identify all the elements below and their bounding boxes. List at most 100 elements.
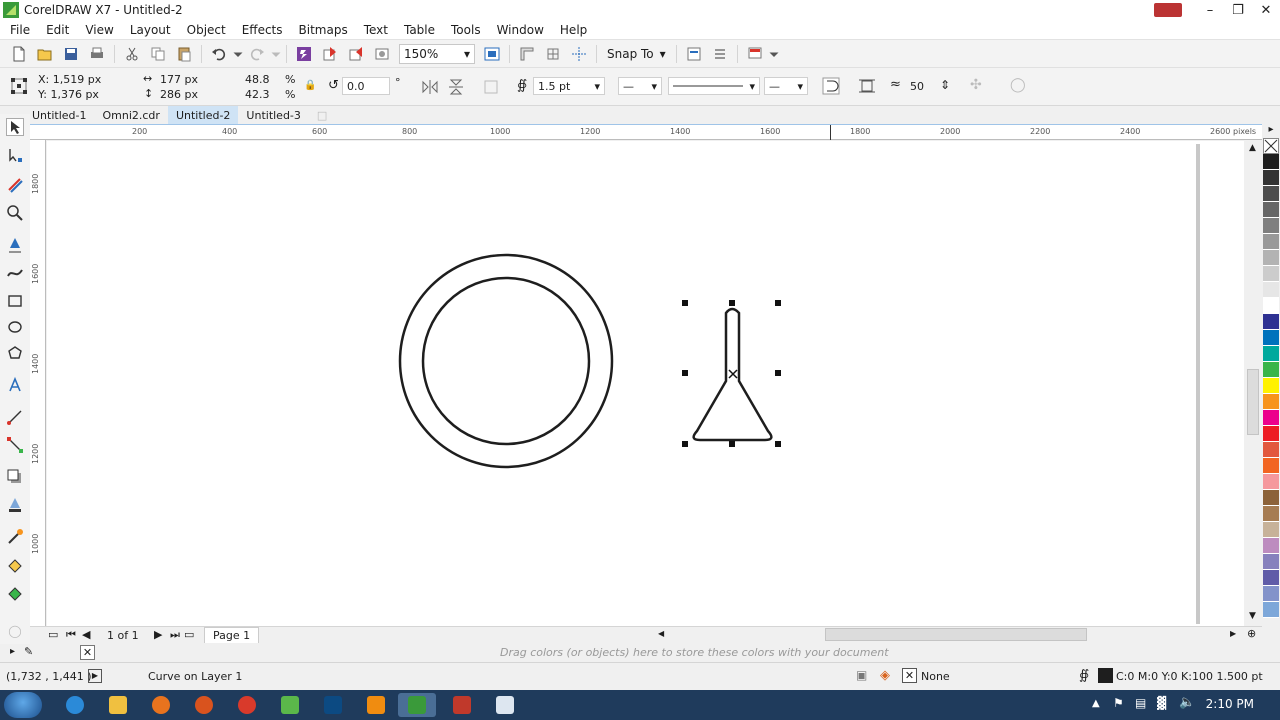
connector-tool-icon[interactable] — [6, 436, 24, 454]
pick-tool-icon[interactable] — [6, 118, 24, 136]
horizontal-scroll-thumb[interactable] — [825, 628, 1087, 641]
smoothing-slider-icon[interactable]: ⇕ — [940, 78, 950, 92]
color-swatch[interactable] — [1263, 170, 1279, 186]
outline-width-select[interactable]: 1.5 pt ▾ — [533, 77, 605, 95]
mirror-vertical-icon[interactable] — [447, 78, 465, 96]
taskbar-photoshop[interactable] — [314, 693, 352, 717]
vertical-scrollbar[interactable]: ▲ ▼ — [1245, 141, 1262, 626]
color-swatch[interactable] — [1263, 202, 1279, 218]
taskbar-chrome[interactable] — [228, 693, 266, 717]
tab-untitled-3[interactable]: Untitled-3 — [238, 106, 308, 124]
color-swatch[interactable] — [1263, 346, 1279, 362]
color-swatch[interactable] — [1263, 394, 1279, 410]
taskbar-firefox[interactable] — [142, 693, 180, 717]
color-swatch[interactable] — [1263, 250, 1279, 266]
add-page-after-icon[interactable]: ▭ — [184, 628, 194, 641]
menu-view[interactable]: View — [77, 23, 121, 37]
tab-untitled-2[interactable]: Untitled-2 — [167, 106, 239, 124]
taskbar-app-10[interactable] — [443, 693, 481, 717]
snap-to-dropdown[interactable]: Snap To ▾ — [601, 47, 672, 61]
volume-icon[interactable]: 🔈 — [1179, 695, 1195, 710]
drop-shadow-tool-icon[interactable] — [6, 468, 24, 486]
taskbar-file-explorer[interactable] — [99, 693, 137, 717]
copy-icon[interactable] — [145, 42, 171, 66]
color-swatch[interactable] — [1263, 506, 1279, 522]
vertical-ruler[interactable]: 1800 1600 1400 1200 1000 — [30, 140, 46, 626]
redo-icon[interactable] — [244, 42, 270, 66]
full-screen-preview-icon[interactable] — [479, 42, 505, 66]
paste-icon[interactable] — [171, 42, 197, 66]
print-icon[interactable] — [84, 42, 110, 66]
color-swatch[interactable] — [1263, 314, 1279, 330]
previous-page-icon[interactable]: ◀ — [82, 628, 90, 641]
color-swatch[interactable] — [1263, 362, 1279, 378]
show-guidelines-icon[interactable] — [566, 42, 592, 66]
show-rulers-icon[interactable] — [514, 42, 540, 66]
user-icon[interactable] — [1154, 3, 1182, 17]
color-swatch[interactable] — [1263, 218, 1279, 234]
drawing-canvas[interactable] — [47, 141, 1244, 626]
menu-effects[interactable]: Effects — [234, 23, 291, 37]
tray-flag-icon[interactable]: ⚑ — [1113, 696, 1124, 710]
save-icon[interactable] — [58, 42, 84, 66]
color-swatch[interactable] — [1263, 186, 1279, 202]
color-swatch[interactable] — [1263, 266, 1279, 282]
menu-file[interactable]: File — [0, 23, 38, 37]
text-tool-icon[interactable] — [6, 376, 24, 394]
options-icon[interactable] — [681, 42, 707, 66]
color-swatch[interactable] — [1263, 554, 1279, 570]
menu-tools[interactable]: Tools — [443, 23, 489, 37]
last-page-icon[interactable]: ⏭ — [170, 628, 180, 642]
crop-tool-icon[interactable] — [6, 176, 24, 194]
palette-scroll-up-icon[interactable]: ▸ — [1262, 124, 1280, 138]
undo-dropdown-icon[interactable] — [232, 42, 244, 66]
menu-layout[interactable]: Layout — [122, 23, 179, 37]
object-origin-icon[interactable] — [10, 77, 28, 95]
horizontal-ruler[interactable]: 200 400 600 800 1000 1200 1400 1600 1800… — [30, 124, 1262, 140]
color-swatch[interactable] — [1263, 490, 1279, 506]
color-swatch[interactable] — [1263, 570, 1279, 586]
color-swatch[interactable] — [1263, 154, 1279, 170]
polygon-tool-icon[interactable] — [6, 344, 24, 362]
publish-pdf-icon[interactable] — [369, 42, 395, 66]
scroll-right-icon[interactable]: ▶ — [1230, 629, 1236, 638]
taskbar-coreldraw[interactable] — [398, 693, 436, 717]
taskbar-clock[interactable]: 2:10 PM — [1206, 697, 1254, 711]
color-swatch[interactable] — [1263, 602, 1279, 618]
new-icon[interactable] — [6, 42, 32, 66]
tab-omni2[interactable]: Omni2.cdr — [94, 106, 167, 124]
color-swatch[interactable] — [1263, 522, 1279, 538]
application-launcher-icon[interactable] — [707, 42, 733, 66]
artistic-media-tool-icon[interactable] — [6, 264, 24, 282]
color-swatch[interactable] — [1263, 538, 1279, 554]
taskbar-internet-explorer[interactable] — [56, 693, 94, 717]
eyedropper-icon[interactable]: ✎ — [24, 645, 33, 658]
scale-width-field[interactable]: 48.8 — [245, 73, 270, 86]
taskbar-app-6[interactable] — [271, 693, 309, 717]
inner-circle[interactable] — [421, 276, 591, 446]
line-style-select[interactable]: ▾ — [668, 77, 760, 95]
rotation-field[interactable]: 0.0 — [342, 77, 390, 95]
mirror-horizontal-icon[interactable] — [421, 78, 439, 96]
next-page-icon[interactable]: ▶ — [154, 628, 162, 641]
play-icon[interactable]: ▶ — [88, 669, 102, 683]
color-swatch[interactable] — [1263, 474, 1279, 490]
convert-curves-icon[interactable] — [482, 78, 500, 96]
color-swatch[interactable] — [1263, 330, 1279, 346]
menu-window[interactable]: Window — [489, 23, 552, 37]
welcome-dropdown-icon[interactable] — [768, 42, 780, 66]
zoom-tool-icon[interactable] — [6, 204, 24, 222]
page-tab[interactable]: Page 1 — [204, 627, 260, 643]
width-field[interactable]: 177 px — [160, 73, 198, 86]
color-swatch[interactable] — [1263, 282, 1279, 298]
color-swatch[interactable] — [1263, 298, 1279, 314]
outline-color-swatch[interactable] — [1098, 668, 1113, 683]
minimize-icon[interactable]: – — [1196, 3, 1224, 18]
close-icon[interactable]: ✕ — [1252, 3, 1280, 18]
end-arrowhead-select[interactable]: — ▾ — [764, 77, 808, 95]
undo-icon[interactable] — [206, 42, 232, 66]
export-icon[interactable] — [343, 42, 369, 66]
menu-help[interactable]: Help — [552, 23, 595, 37]
restore-icon[interactable]: ❐ — [1224, 3, 1252, 18]
snap-icon[interactable]: ✣ — [970, 77, 982, 93]
